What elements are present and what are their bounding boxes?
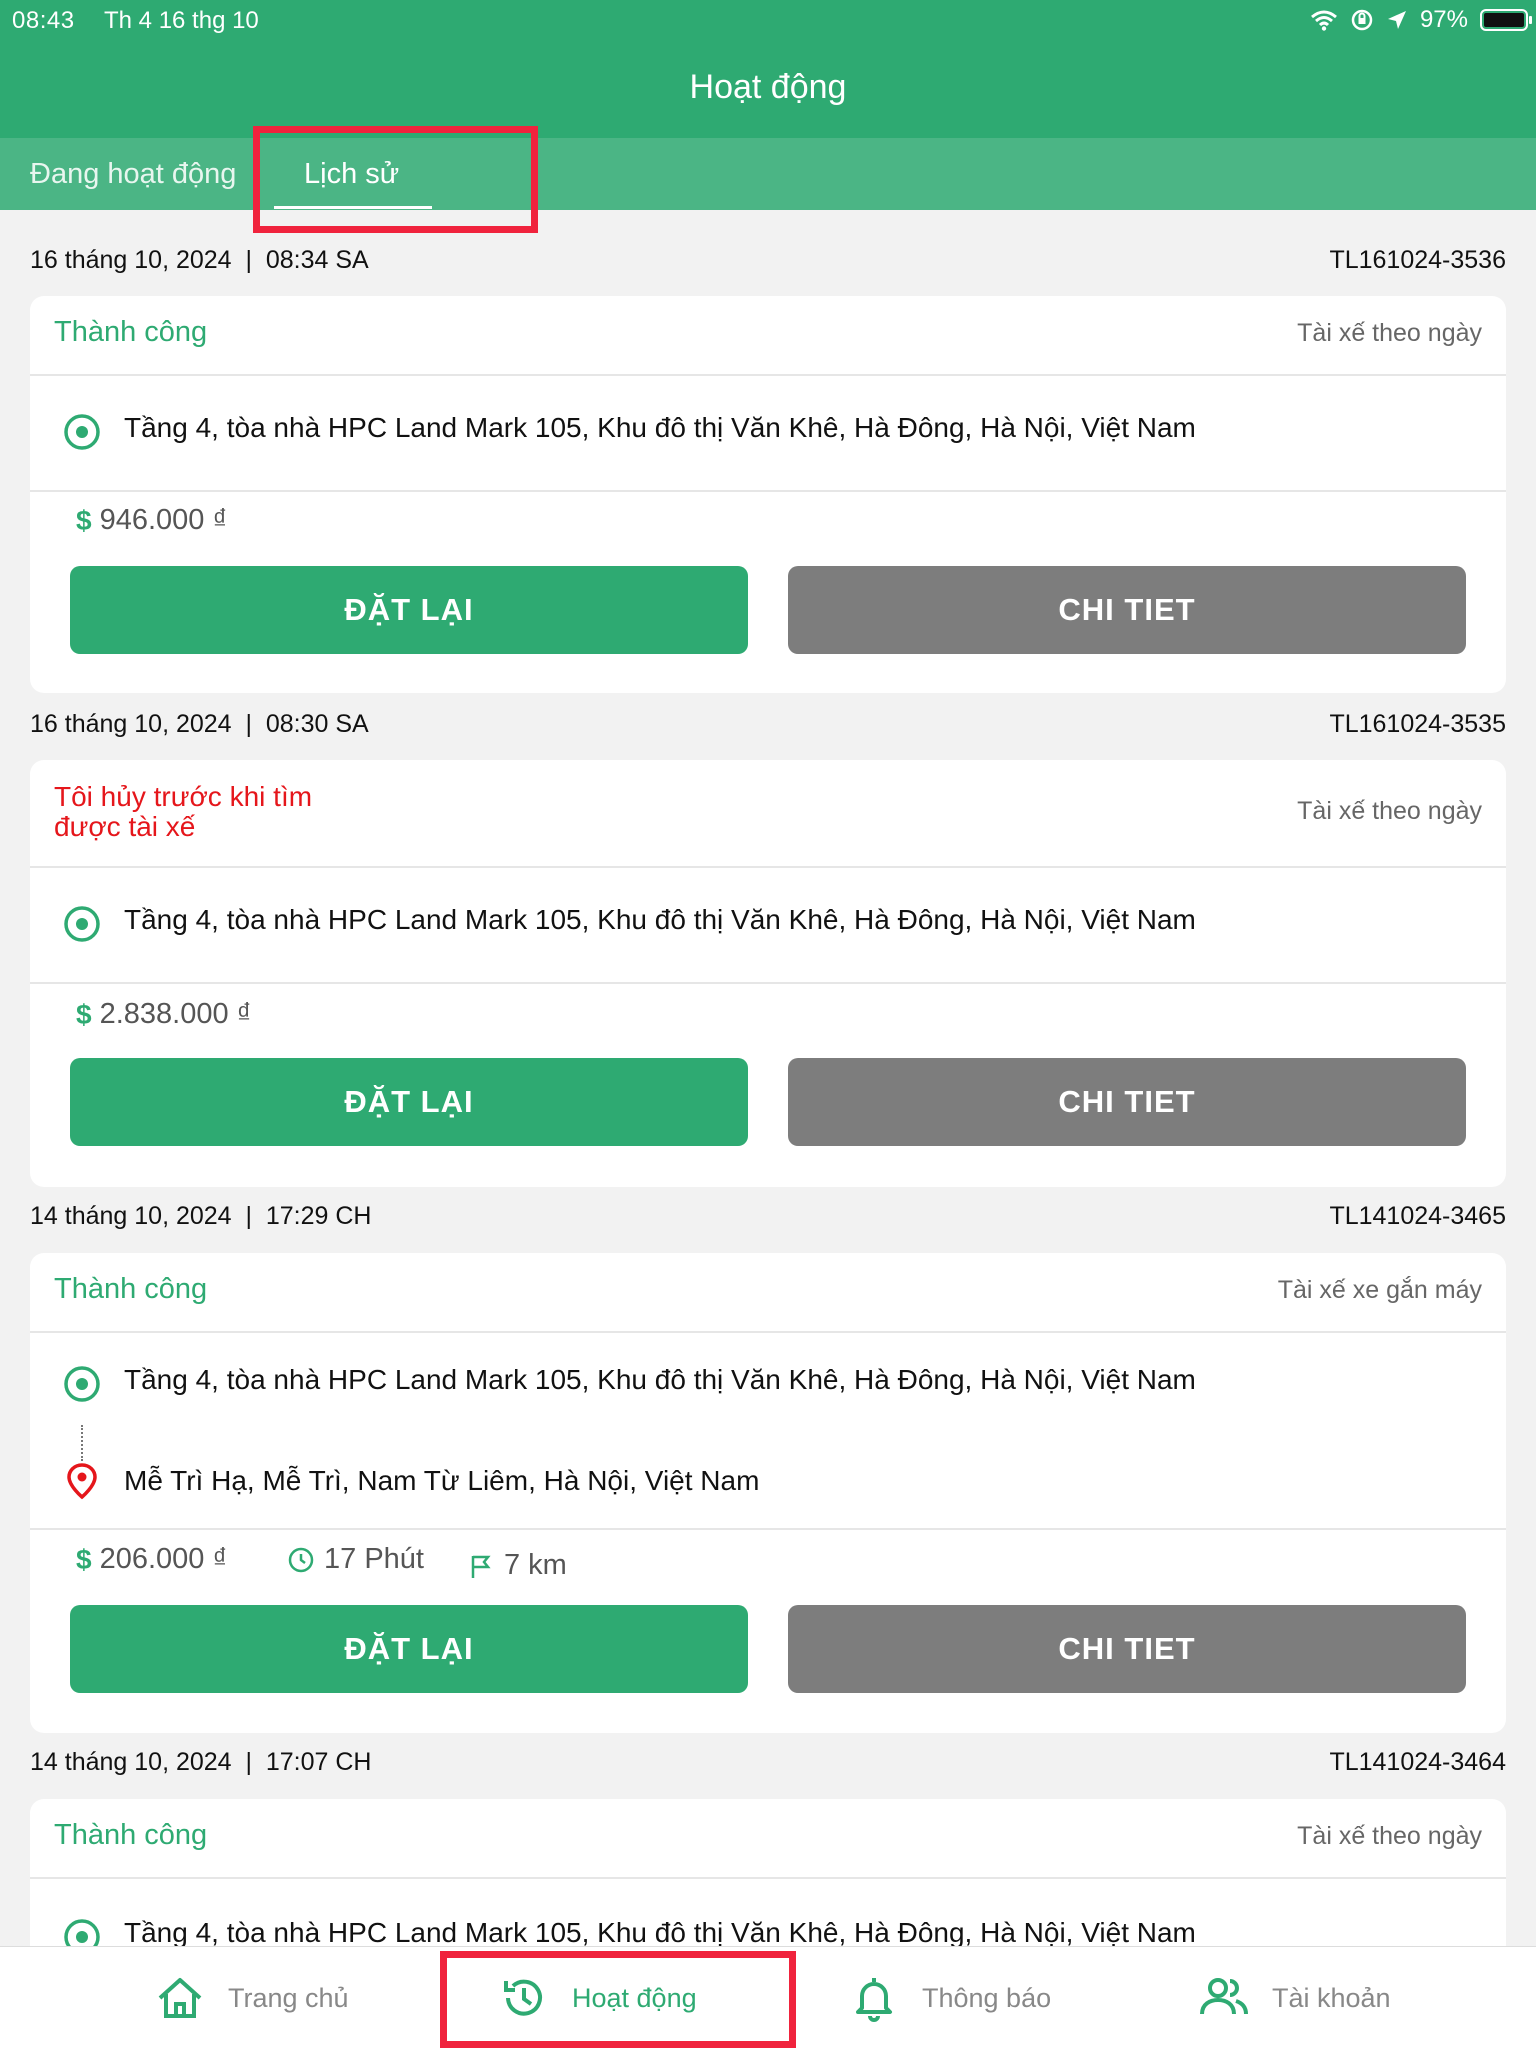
dropoff-address: Mễ Trì Hạ, Mễ Trì, Nam Từ Liêm, Hà Nội, … — [124, 1465, 760, 1496]
order-meta-row: $ 946.000 ₫ — [30, 504, 1506, 554]
order-status: Thành công — [54, 316, 208, 348]
tab-active-trips[interactable]: Đang hoạt động — [30, 158, 236, 191]
nav-account-label: Tài khoản — [1272, 1982, 1391, 2013]
order-header: 14 tháng 10, 2024 | 17:07 CH TL141024-34… — [30, 1748, 1506, 1788]
reorder-button[interactable]: ĐẶT LẠI — [70, 1058, 748, 1146]
price-meta: $ 2.838.000 ₫ — [76, 998, 252, 1031]
price-meta: $ 946.000 ₫ — [76, 504, 227, 537]
flag-icon — [471, 1555, 491, 1578]
dollar-icon: $ — [76, 998, 92, 1030]
nav-home-label: Trang chủ — [228, 1982, 349, 2013]
status-time: 08:43 — [12, 7, 75, 34]
service-type: Tài xế xe gắn máy — [1277, 1276, 1482, 1304]
service-type: Tài xế theo ngày — [1297, 797, 1482, 825]
users-icon — [1200, 1978, 1248, 2015]
battery-percent: 97% — [1419, 6, 1468, 33]
duration-meta: 17 Phút — [286, 1543, 424, 1576]
history-icon — [504, 1979, 542, 2016]
detail-button[interactable]: CHI TIET — [788, 1605, 1466, 1693]
card-status-row: Thành công Tài xế theo ngày — [30, 1799, 1506, 1879]
pickup-row: Tầng 4, tòa nhà HPC Land Mark 105, Khu đ… — [30, 900, 1506, 950]
battery-icon — [1480, 9, 1532, 31]
order-meta-row: $ 206.000 ₫ 17 Phút 7 km — [30, 1543, 1506, 1593]
app-header: 08:43 Th 4 16 thg 10 97% Hoạt động — [0, 0, 1536, 138]
order-card[interactable]: Thành công Tài xế xe gắn máy Tầng 4, tòa… — [30, 1253, 1506, 1733]
order-datetime: 14 tháng 10, 2024 | 17:07 CH — [30, 1748, 372, 1776]
pickup-address: Tầng 4, tòa nhà HPC Land Mark 105, Khu đ… — [124, 904, 1196, 935]
detail-button[interactable]: CHI TIET — [788, 566, 1466, 654]
bell-icon — [856, 1978, 892, 2022]
page-title: Hoạt động — [689, 68, 847, 106]
status-date: Th 4 16 thg 10 — [104, 7, 259, 34]
pickup-address: Tầng 4, tòa nhà HPC Land Mark 105, Khu đ… — [124, 412, 1196, 443]
address-section: Tầng 4, tòa nhà HPC Land Mark 105, Khu đ… — [30, 1333, 1506, 1530]
card-status-row: Thành công Tài xế theo ngày — [30, 296, 1506, 376]
address-section: Tầng 4, tòa nhà HPC Land Mark 105, Khu đ… — [30, 376, 1506, 492]
map-pin-icon — [67, 1463, 97, 1500]
order-header: 14 tháng 10, 2024 | 17:29 CH TL141024-34… — [30, 1202, 1506, 1242]
clock-icon — [288, 1547, 314, 1572]
order-status: Thành công — [54, 1273, 208, 1305]
pickup-row: Tầng 4, tòa nhà HPC Land Mark 105, Khu đ… — [30, 1360, 1506, 1410]
service-type: Tài xế theo ngày — [1297, 1822, 1482, 1850]
order-card[interactable]: Thành công Tài xế theo ngày Tầng 4, tòa … — [30, 296, 1506, 693]
tab-underline — [274, 206, 432, 209]
order-meta-row: $ 2.838.000 ₫ — [30, 998, 1506, 1048]
pickup-address: Tầng 4, tòa nhà HPC Land Mark 105, Khu đ… — [124, 1364, 1196, 1395]
distance-meta: 7 km — [466, 1549, 567, 1582]
nav-account[interactable]: Tài khoản — [1198, 1947, 1391, 2048]
order-card[interactable]: Tôi hủy trước khi tìm được tài xế Tài xế… — [30, 760, 1506, 1187]
order-code: TL141024-3464 — [1329, 1748, 1506, 1776]
pickup-location-icon — [64, 906, 100, 942]
order-code: TL161024-3535 — [1329, 710, 1506, 738]
detail-button[interactable]: CHI TIET — [788, 1058, 1466, 1146]
nav-notifications-label: Thông báo — [922, 1982, 1052, 2013]
order-header: 16 tháng 10, 2024 | 08:34 SA TL161024-35… — [30, 246, 1506, 286]
card-status-row: Thành công Tài xế xe gắn máy — [30, 1253, 1506, 1333]
card-status-row: Tôi hủy trước khi tìm được tài xế Tài xế… — [30, 760, 1506, 868]
nav-activity-label: Hoạt động — [572, 1982, 697, 2013]
tab-history[interactable]: Lịch sử — [304, 158, 399, 191]
order-price: 2.838.000 ₫ — [99, 998, 252, 1030]
order-header: 16 tháng 10, 2024 | 08:30 SA TL161024-35… — [30, 710, 1506, 750]
bottom-navigation: Trang chủ Hoạt động Thông báo Tài khoản — [0, 1946, 1536, 2048]
wifi-icon — [1310, 10, 1337, 31]
pickup-location-icon — [64, 414, 100, 450]
order-code: TL161024-3536 — [1329, 246, 1506, 274]
address-section: Tầng 4, tòa nhà HPC Land Mark 105, Khu đ… — [30, 868, 1506, 984]
price-meta: $ 206.000 ₫ — [76, 1543, 227, 1576]
home-icon — [158, 1978, 202, 2018]
status-bar: 08:43 Th 4 16 thg 10 97% — [0, 0, 1536, 44]
location-arrow-icon — [1387, 11, 1406, 29]
reorder-button[interactable]: ĐẶT LẠI — [70, 566, 748, 654]
nav-notifications[interactable]: Thông báo — [848, 1947, 1051, 2048]
order-code: TL141024-3465 — [1329, 1202, 1506, 1230]
nav-activity[interactable]: Hoạt động — [498, 1947, 697, 2048]
order-status: Tôi hủy trước khi tìm được tài xế — [54, 781, 313, 842]
order-status: Thành công — [54, 1819, 208, 1851]
dollar-icon: $ — [76, 504, 92, 536]
pickup-address: Tầng 4, tòa nhà HPC Land Mark 105, Khu đ… — [124, 1917, 1196, 1948]
order-datetime: 16 tháng 10, 2024 | 08:34 SA — [30, 246, 369, 274]
order-duration: 17 Phút — [324, 1543, 424, 1575]
route-connector — [81, 1425, 83, 1461]
reorder-button[interactable]: ĐẶT LẠI — [70, 1605, 748, 1693]
order-price: 206.000 ₫ — [99, 1543, 228, 1575]
order-datetime: 16 tháng 10, 2024 | 08:30 SA — [30, 710, 369, 738]
rotation-lock-icon — [1351, 9, 1373, 31]
order-datetime: 14 tháng 10, 2024 | 17:29 CH — [30, 1202, 372, 1230]
dropoff-row: Mễ Trì Hạ, Mễ Trì, Nam Từ Liêm, Hà Nội, … — [30, 1461, 1506, 1511]
dollar-icon: $ — [76, 1543, 92, 1575]
tab-bar: Đang hoạt động Lịch sử — [0, 138, 1536, 210]
pickup-location-icon — [64, 1366, 100, 1402]
service-type: Tài xế theo ngày — [1297, 319, 1482, 347]
order-price: 946.000 ₫ — [99, 504, 228, 536]
nav-home[interactable]: Trang chủ — [154, 1947, 349, 2048]
status-indicators: 97% — [1310, 6, 1532, 34]
order-distance: 7 km — [504, 1549, 567, 1581]
pickup-row: Tầng 4, tòa nhà HPC Land Mark 105, Khu đ… — [30, 408, 1506, 458]
